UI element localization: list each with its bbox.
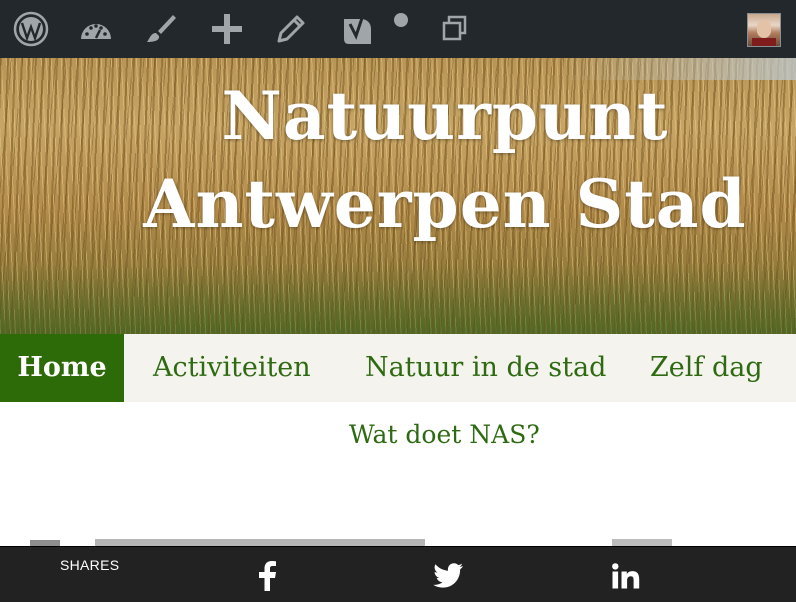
site-title-line-1: Natuurpunt [221,77,669,155]
main-navigation: Home Activiteiten Natuur in de stad Zelf… [0,334,796,402]
linkedin-icon[interactable] [609,559,643,593]
header-image: Natuurpunt Antwerpen Stad [0,58,796,334]
user-avatar[interactable] [747,13,781,47]
shares-label: SHARES [60,557,120,573]
admin-bar [0,0,796,58]
facebook-icon[interactable] [250,559,284,593]
twitter-icon[interactable] [431,559,465,593]
nav-item-natuur-in-de-stad[interactable]: Natuur in de stad [365,334,606,402]
nav-item-activiteiten[interactable]: Activiteiten [153,334,311,402]
content-preview [0,536,796,546]
nav-item-home[interactable]: Home [0,334,124,402]
status-dot-icon [384,10,418,30]
nav-item-wat-doet-nas[interactable]: Wat doet NAS? [349,420,540,449]
site-title-line-2: Antwerpen Stad [143,165,747,243]
duplicate-pages-icon[interactable] [436,10,474,48]
share-bar: SHARES [0,546,796,602]
new-plus-icon[interactable] [208,10,246,48]
yoast-seo-icon[interactable] [338,10,376,48]
dashboard-icon[interactable] [77,10,115,48]
nav-item-zelf-dag[interactable]: Zelf dag [650,334,763,402]
customize-brush-icon[interactable] [142,10,180,48]
secondary-navigation: Wat doet NAS? [0,402,796,474]
edit-pencil-icon[interactable] [272,10,310,48]
site-title[interactable]: Natuurpunt Antwerpen Stad [130,72,760,248]
wordpress-logo-icon[interactable] [12,10,50,48]
